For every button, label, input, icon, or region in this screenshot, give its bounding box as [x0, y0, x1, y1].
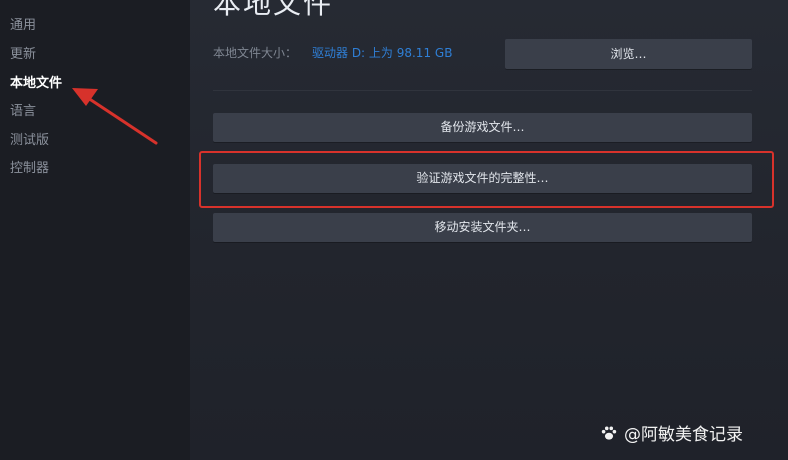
move-install-folder-button[interactable]: 移动安装文件夹…	[213, 213, 752, 242]
page-title: 本地文件	[213, 0, 334, 20]
local-files-panel: 本地文件 本地文件大小： 驱动器 D: 上为 98.11 GB 浏览… 备份游戏…	[190, 0, 788, 460]
local-files-size-value: 驱动器 D: 上为 98.11 GB	[312, 46, 453, 60]
backup-game-files-button[interactable]: 备份游戏文件…	[213, 113, 752, 142]
local-files-size-label: 本地文件大小：	[213, 46, 298, 60]
sidebar-item-language[interactable]: 语言	[10, 102, 36, 122]
sidebar-item-betas[interactable]: 测试版	[10, 131, 49, 151]
divider	[213, 90, 752, 91]
watermark: @阿敏美食记录	[600, 420, 743, 445]
settings-sidebar: 通用 更新 本地文件 语言 测试版 控制器	[0, 0, 190, 460]
sidebar-item-local-files[interactable]: 本地文件	[10, 74, 62, 94]
browse-button[interactable]: 浏览…	[505, 39, 752, 69]
sidebar-item-controller[interactable]: 控制器	[10, 159, 49, 179]
sidebar-item-updates[interactable]: 更新	[10, 45, 36, 65]
sidebar-item-general[interactable]: 通用	[10, 16, 36, 36]
verify-integrity-button[interactable]: 验证游戏文件的完整性…	[213, 164, 752, 193]
paw-icon	[601, 426, 617, 440]
watermark-text: @阿敏美食记录	[624, 425, 743, 445]
